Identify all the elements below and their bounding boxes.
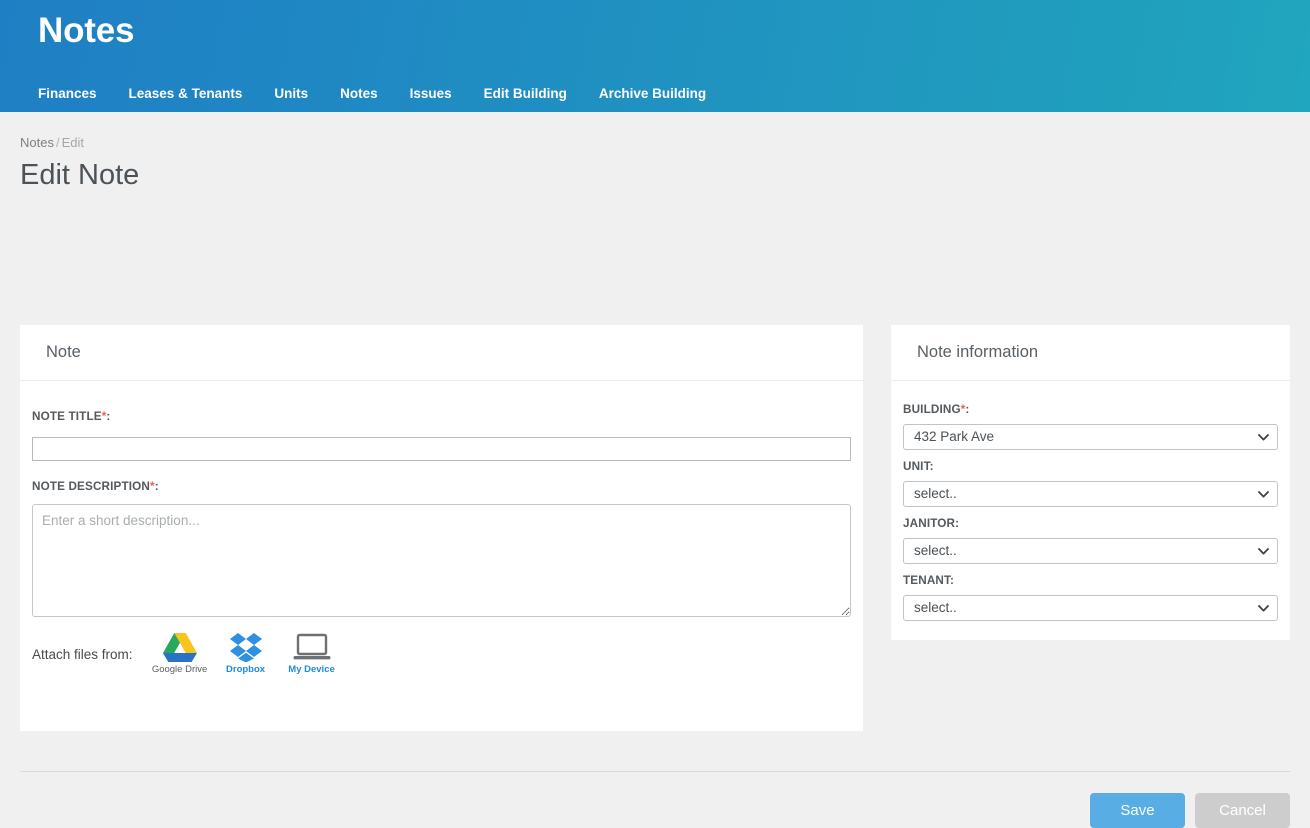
attach-google-drive-caption: Google Drive bbox=[151, 664, 208, 675]
janitor-select[interactable]: select.. bbox=[903, 538, 1278, 564]
janitor-select-value: select.. bbox=[914, 543, 957, 558]
building-select-value: 432 Park Ave bbox=[914, 429, 995, 444]
unit-select-value: select.. bbox=[914, 486, 957, 501]
building-label-colon: : bbox=[965, 403, 970, 416]
nav-item-archive-building[interactable]: Archive Building bbox=[599, 85, 706, 103]
note-title-label-colon: : bbox=[106, 410, 111, 423]
note-information-card-header: Note information bbox=[891, 325, 1290, 381]
dropbox-icon bbox=[229, 628, 262, 662]
unit-select[interactable]: select.. bbox=[903, 481, 1278, 507]
note-title-label-text: NOTE TITLE bbox=[32, 410, 102, 423]
page-body: Notes / Edit Edit Note Note NOTE TITLE*: N… bbox=[0, 112, 1310, 828]
breadcrumb-current: Edit bbox=[61, 135, 84, 150]
laptop-icon bbox=[293, 628, 331, 662]
breadcrumb-parent[interactable]: Notes bbox=[20, 135, 54, 150]
note-card-header: Note bbox=[20, 325, 863, 381]
save-button[interactable]: Save bbox=[1090, 793, 1185, 828]
attach-dropbox-caption: Dropbox bbox=[226, 664, 266, 675]
tenant-select[interactable]: select.. bbox=[903, 595, 1278, 621]
tenant-select-value: select.. bbox=[914, 600, 957, 615]
janitor-label-text: JANITOR bbox=[903, 517, 956, 530]
breadcrumb-separator: / bbox=[55, 135, 60, 150]
note-card-title: Note bbox=[46, 343, 81, 361]
breadcrumb: Notes / Edit bbox=[20, 135, 84, 151]
footer-actions: Save Cancel bbox=[1090, 793, 1290, 828]
note-description-label-colon: : bbox=[154, 480, 159, 493]
unit-label: UNIT: bbox=[903, 460, 934, 473]
attach-dropbox-button[interactable]: Dropbox bbox=[215, 628, 277, 676]
attach-google-drive-button[interactable]: Google Drive bbox=[149, 628, 211, 676]
note-title-label: NOTE TITLE*: bbox=[32, 410, 110, 423]
nav-item-leases-tenants[interactable]: Leases & Tenants bbox=[129, 85, 243, 103]
nav-item-issues[interactable]: Issues bbox=[410, 85, 452, 103]
note-information-card-title: Note information bbox=[917, 343, 1039, 361]
unit-label-text: UNIT bbox=[903, 460, 930, 473]
nav-item-units[interactable]: Units bbox=[274, 85, 308, 103]
chevron-down-icon bbox=[1258, 433, 1269, 440]
tenant-label-colon: : bbox=[950, 574, 955, 587]
attach-my-device-button[interactable]: My Device bbox=[281, 628, 343, 676]
janitor-label-colon: : bbox=[955, 517, 960, 530]
page-title: Edit Note bbox=[20, 159, 140, 191]
building-select[interactable]: 432 Park Ave bbox=[903, 424, 1278, 450]
chevron-down-icon bbox=[1258, 547, 1269, 554]
chevron-down-icon bbox=[1258, 490, 1269, 497]
building-label-text: BUILDING bbox=[903, 403, 961, 416]
chevron-down-icon bbox=[1258, 604, 1269, 611]
unit-label-colon: : bbox=[929, 460, 934, 473]
tenant-label-text: TENANT bbox=[903, 574, 950, 587]
app-title: Notes bbox=[38, 11, 135, 50]
footer-divider bbox=[20, 771, 1290, 772]
note-description-label-text: NOTE DESCRIPTION bbox=[32, 480, 150, 493]
attach-files-row: Attach files from: Google Drive Dropbox … bbox=[32, 628, 347, 676]
attach-files-label: Attach files from: bbox=[32, 647, 133, 662]
note-title-input[interactable] bbox=[32, 437, 851, 461]
building-label: BUILDING*: bbox=[903, 403, 969, 416]
janitor-label: JANITOR: bbox=[903, 517, 959, 530]
app-header: Notes Finances Leases & Tenants Units No… bbox=[0, 0, 1310, 112]
note-description-textarea[interactable] bbox=[32, 504, 851, 617]
google-drive-icon bbox=[162, 628, 197, 662]
nav-item-edit-building[interactable]: Edit Building bbox=[484, 85, 567, 103]
primary-nav: Finances Leases & Tenants Units Notes Is… bbox=[38, 85, 706, 103]
tenant-label: TENANT: bbox=[903, 574, 954, 587]
nav-item-finances[interactable]: Finances bbox=[38, 85, 97, 103]
attach-my-device-caption: My Device bbox=[288, 664, 335, 675]
cancel-button[interactable]: Cancel bbox=[1195, 793, 1290, 828]
nav-item-notes[interactable]: Notes bbox=[340, 85, 378, 103]
note-description-label: NOTE DESCRIPTION*: bbox=[32, 480, 159, 493]
